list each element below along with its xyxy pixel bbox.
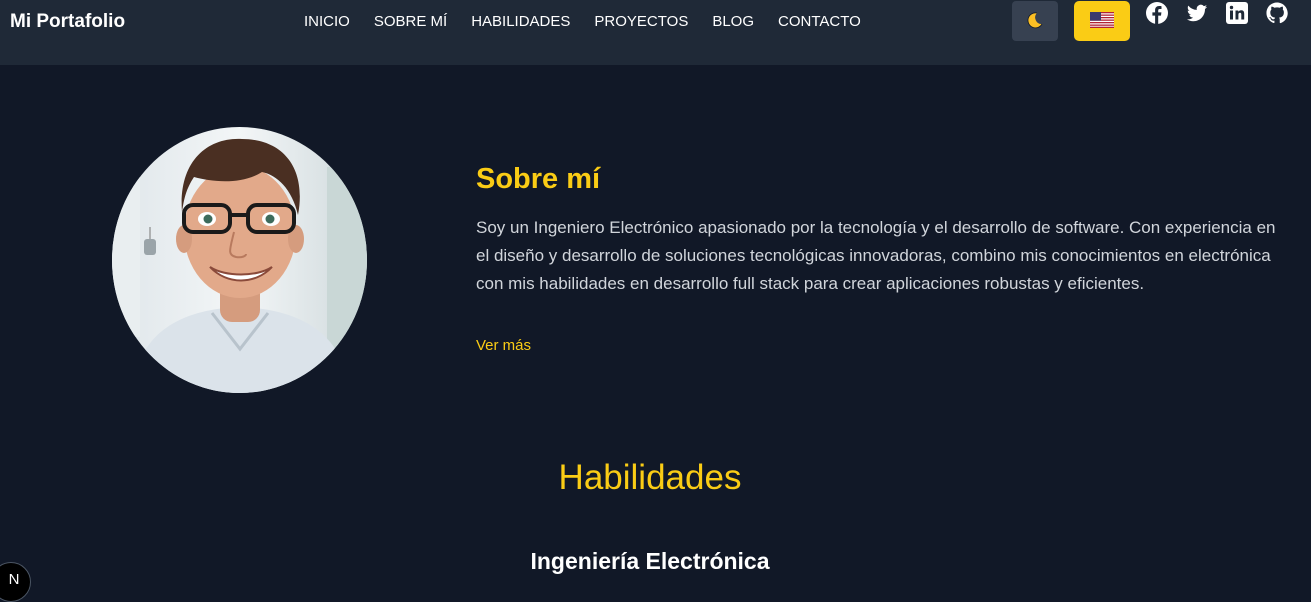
language-button[interactable]	[1074, 1, 1130, 41]
main-nav: INICIO SOBRE MÍ HABILIDADES PROYECTOS BL…	[304, 13, 861, 30]
nav-link-inicio[interactable]: INICIO	[304, 13, 350, 30]
navbar: Mi Portafolio INICIO SOBRE MÍ HABILIDADE…	[0, 0, 1311, 65]
facebook-icon[interactable]	[1146, 2, 1168, 24]
nav-link-sobre-mi[interactable]: SOBRE MÍ	[374, 13, 447, 30]
us-flag-icon	[1090, 11, 1114, 31]
about-description: Soy un Ingeniero Electrónico apasionado …	[476, 218, 1276, 293]
dev-indicator-label: N	[8, 570, 20, 588]
github-icon[interactable]	[1266, 2, 1288, 24]
moon-icon	[1026, 11, 1044, 32]
linkedin-icon[interactable]	[1226, 2, 1248, 24]
brand-logo[interactable]: Mi Portafolio	[10, 11, 125, 33]
see-more-link[interactable]: Ver más	[476, 337, 531, 354]
skills-title: Habilidades	[558, 458, 742, 497]
about-title: Sobre mí	[476, 163, 601, 195]
nav-link-blog[interactable]: BLOG	[712, 13, 754, 30]
skills-subtitle: Ingeniería Electrónica	[530, 548, 770, 574]
theme-toggle-button[interactable]	[1012, 1, 1058, 41]
nav-link-habilidades[interactable]: HABILIDADES	[471, 13, 570, 30]
twitter-icon[interactable]	[1186, 2, 1208, 24]
social-links	[1146, 2, 1288, 24]
nav-link-contacto[interactable]: CONTACTO	[778, 13, 861, 30]
profile-avatar	[112, 127, 367, 393]
nav-link-proyectos[interactable]: PROYECTOS	[594, 13, 688, 30]
